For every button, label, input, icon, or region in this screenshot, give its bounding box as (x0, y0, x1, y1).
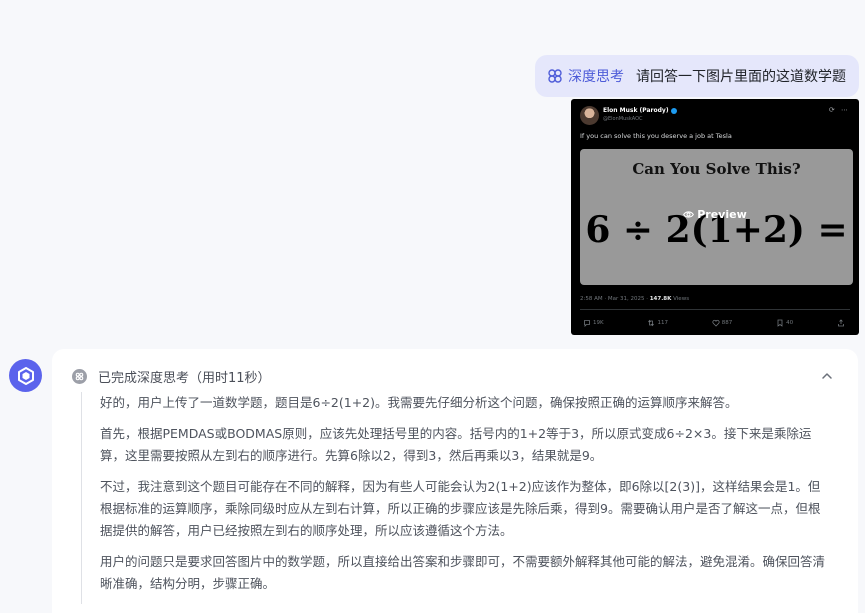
deep-think-tag: 深度思考 (547, 66, 624, 86)
tweet-share (837, 319, 847, 327)
tweet-handle: @ElonMuskAOC (603, 116, 643, 122)
user-message-text: 请回答一下图片里面的这道数学题 (636, 69, 846, 85)
thinking-paragraph: 好的，用户上传了一道数学题，题目是6÷2(1+2)。我需要先仔细分析这个问题，确… (100, 395, 738, 410)
tweet-actions: 19K 117 887 40 (583, 319, 847, 327)
deep-think-icon (548, 69, 562, 83)
assistant-message: 已完成深度思考（用时11秒） 好的，用户上传了一道数学题，题目是6÷2(1+2)… (52, 349, 858, 613)
thinking-header[interactable]: 已完成深度思考（用时11秒） (72, 367, 271, 386)
share-icon (838, 319, 844, 327)
tweet-reply: 19K (583, 319, 604, 327)
tweet-bookmark: 40 (776, 319, 793, 327)
thinking-paragraph: 用户的问题只是要求回答图片中的数学题，所以直接给出答案和步骤即可，不需要额外解释… (100, 554, 826, 591)
thinking-status: 已完成深度思考（用时11秒） (98, 370, 271, 386)
tweet-caption: If you can solve this you deserve a job … (580, 132, 732, 140)
eye-icon (683, 211, 695, 218)
assistant-avatar (9, 359, 42, 392)
tweet-repost: 117 (647, 319, 668, 327)
reply-icon (584, 320, 590, 327)
attached-image[interactable]: Elon Musk (Parody) @ElonMuskAOC ⟳ ⋯ If y… (571, 99, 859, 335)
preview-label: Preview (697, 208, 747, 221)
tweet-header: Elon Musk (Parody) @ElonMuskAOC ⟳ ⋯ (580, 106, 850, 126)
thinking-paragraph: 首先，根据PEMDAS或BODMAS原则，应该先处理括号里的内容。括号内的1+2… (100, 426, 812, 463)
heart-icon (712, 319, 720, 327)
verified-badge-icon (670, 107, 677, 114)
tweet-author: Elon Musk (Parody) (603, 107, 677, 114)
deep-think-label: 深度思考 (568, 69, 624, 85)
assistant-logo-icon (17, 366, 34, 385)
thinking-content: 好的，用户上传了一道数学题，题目是6÷2(1+2)。我需要先仔细分析这个问题，确… (81, 392, 831, 604)
chevron-up-icon[interactable] (820, 369, 834, 383)
tweet-divider (580, 309, 850, 310)
tweet-like: 887 (712, 319, 732, 327)
tweet-more-icon: ⟳ ⋯ (828, 106, 850, 114)
user-message-bubble: 深度思考 请回答一下图片里面的这道数学题 (535, 55, 859, 97)
thinking-paragraph: 不过，我注意到这个题目可能存在不同的解释，因为有些人可能会认为2(1+2)应该作… (100, 479, 821, 538)
tweet-avatar (580, 106, 599, 125)
thinking-icon (72, 368, 87, 384)
preview-button[interactable]: Preview (571, 208, 859, 221)
bookmark-icon (777, 319, 783, 327)
repost-icon (648, 319, 655, 327)
tweet-picture-title: Can You Solve This? (632, 160, 801, 178)
tweet-meta: 2:58 AM · Mar 31, 2025 · 147.8K Views (580, 296, 690, 302)
